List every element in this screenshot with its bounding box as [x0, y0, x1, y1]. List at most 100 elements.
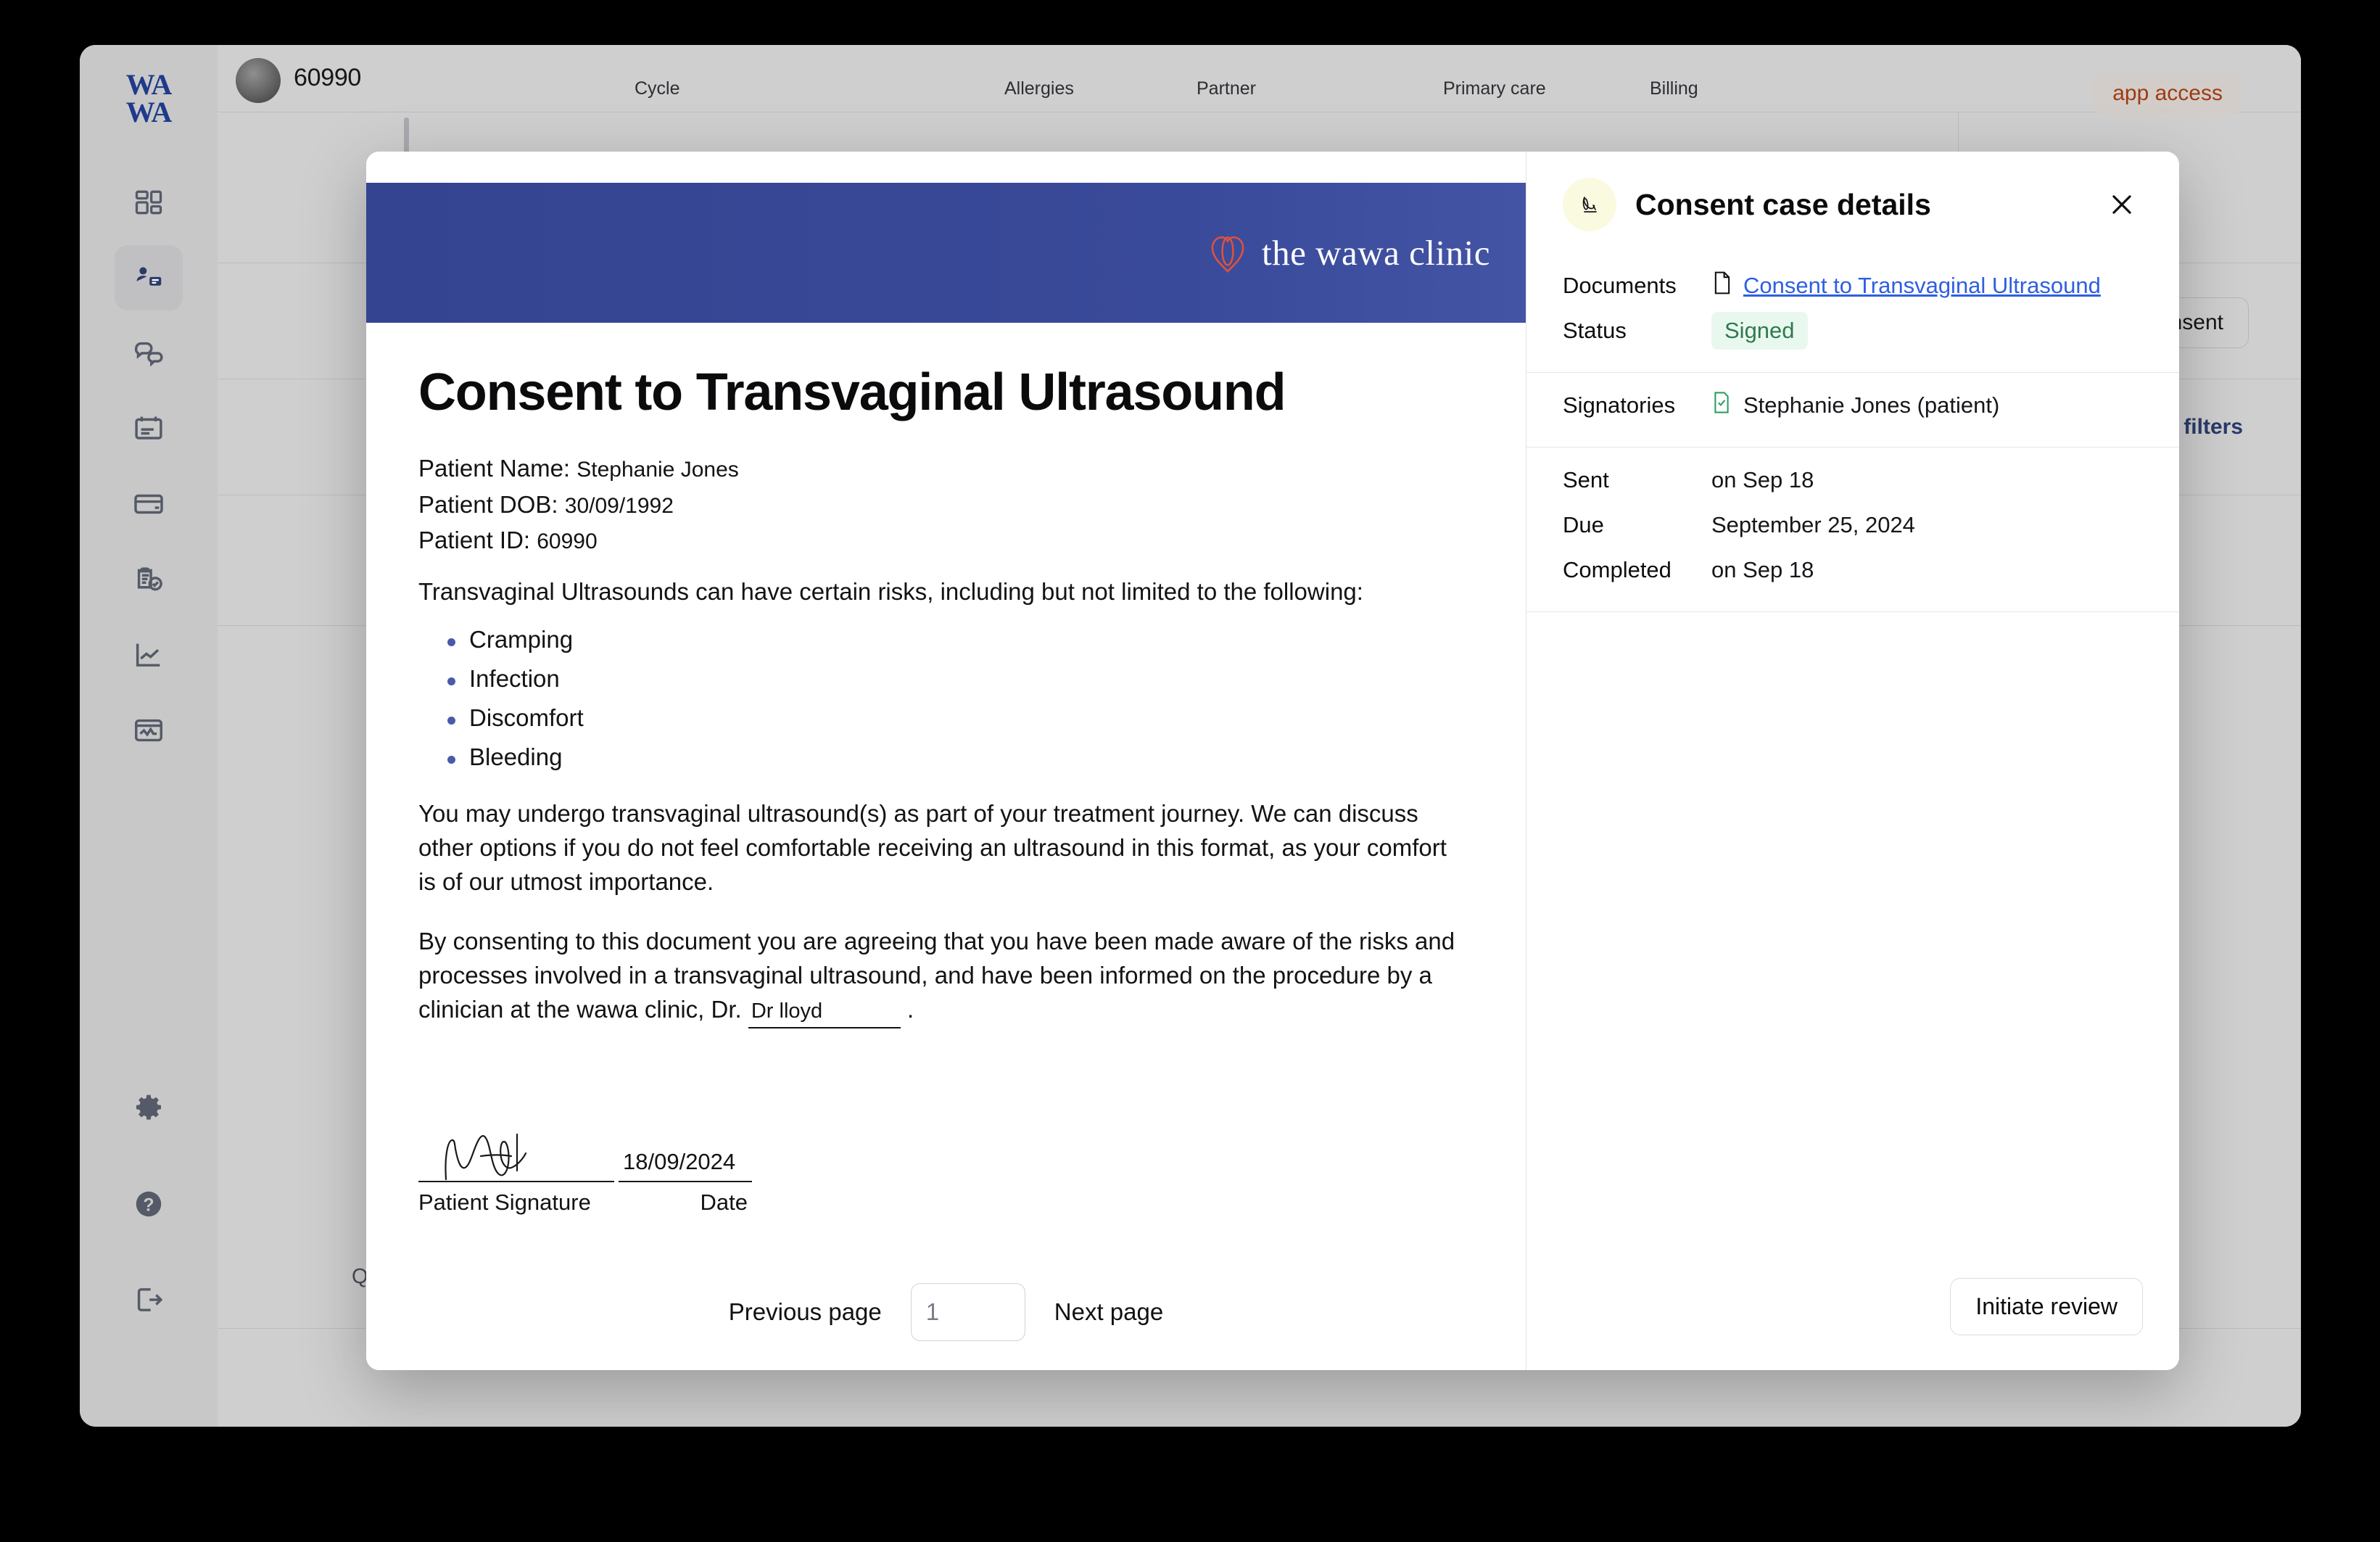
- logout-icon: [132, 1283, 165, 1316]
- list-item: Discomfort: [447, 704, 1474, 732]
- signatories-row: Signatories Stephanie Jones (patient): [1563, 383, 2143, 428]
- app-window: WA WA ? 60990 Cycle Allergies Partner Pr…: [80, 45, 2301, 1427]
- patient-name-label: Patient Name:: [418, 455, 571, 482]
- sidebar-bottom-nav: ?: [115, 1045, 183, 1332]
- signature-column: Patient Signature: [418, 1116, 614, 1216]
- signatories-label: Signatories: [1563, 392, 1676, 418]
- risks-intro-text: Transvaginal Ultrasounds can have certai…: [418, 577, 1363, 605]
- brand-logo-line1: WA: [125, 68, 172, 101]
- sidebar: WA WA ?: [80, 45, 218, 1427]
- patient-id-label: Patient ID:: [418, 527, 531, 554]
- consent-clipboard-icon: [132, 563, 165, 596]
- document-pager: Previous page Next page: [366, 1283, 1526, 1341]
- details-footer: Initiate review: [1526, 1278, 2179, 1370]
- document-body: Consent to Transvaginal Ultrasound Patie…: [366, 323, 1526, 1254]
- list-item: Bleeding: [447, 743, 1474, 771]
- billing-card-icon: [132, 487, 165, 521]
- tab-primary-care[interactable]: Primary care: [1443, 78, 1546, 99]
- tab-cycle[interactable]: Cycle: [635, 78, 680, 99]
- brand-logo[interactable]: WA WA: [125, 68, 172, 128]
- sidebar-item-messages[interactable]: [115, 321, 183, 386]
- patient-name-line: Patient Name: Stephanie Jones: [418, 453, 1474, 485]
- signature-caption: Patient Signature: [418, 1190, 591, 1216]
- date-caption: Date: [700, 1190, 748, 1216]
- due-row: Due September 25, 2024: [1563, 503, 2143, 548]
- clinician-name-blank: Dr lloyd: [748, 997, 901, 1029]
- sidebar-item-dashboard[interactable]: [115, 170, 183, 235]
- tab-billing[interactable]: Billing: [1650, 78, 1698, 99]
- due-label: Due: [1563, 512, 1604, 537]
- page-number-input[interactable]: [910, 1283, 1025, 1341]
- signature-image: [418, 1116, 614, 1183]
- clinic-name: the wawa clinic: [1262, 233, 1490, 273]
- sidebar-item-calendar[interactable]: [115, 396, 183, 461]
- patient-id-value: 60990: [537, 529, 598, 554]
- signed-document-check-icon: [1711, 391, 1732, 420]
- sidebar-item-settings[interactable]: [115, 1076, 183, 1141]
- brand-logo-line2: WA: [125, 96, 172, 128]
- completed-value: on Sep 18: [1711, 557, 1814, 582]
- page-title: Consent case details: [1635, 187, 1931, 221]
- sidebar-item-logout[interactable]: [115, 1267, 183, 1332]
- document-paragraph-1: You may undergo transvaginal ultrasound(…: [418, 799, 1447, 895]
- sidebar-item-help[interactable]: ?: [115, 1171, 183, 1237]
- top-bar: 60990 Cycle Allergies Partner Primary ca…: [218, 45, 2301, 115]
- monitoring-icon: [132, 714, 165, 747]
- signatory-name: Stephanie Jones (patient): [1743, 392, 2000, 418]
- heart-logo-icon: [1207, 232, 1249, 274]
- help-circle-icon: ?: [132, 1187, 165, 1221]
- patient-name-value: Stephanie Jones: [577, 458, 739, 482]
- status-row: Status Signed: [1563, 308, 2143, 353]
- sent-value: on Sep 18: [1711, 467, 1814, 492]
- app-access-button[interactable]: app access: [2094, 73, 2241, 115]
- gear-icon: [132, 1092, 165, 1125]
- due-value: September 25, 2024: [1711, 512, 1915, 537]
- dashboard-icon: [133, 186, 165, 218]
- nav-tabs: Cycle Allergies Partner Primary care Bil…: [218, 45, 2301, 112]
- list-item: Cramping: [447, 626, 1474, 654]
- documents-label: Documents: [1563, 273, 1677, 298]
- document-page: the wawa clinic Consent to Transvaginal …: [366, 152, 1526, 1370]
- tab-allergies[interactable]: Allergies: [1004, 78, 1074, 99]
- status-value-wrap: Signed: [1711, 312, 1808, 350]
- sidebar-item-analytics[interactable]: [115, 622, 183, 688]
- consent-case-details-panel: Consent case details Documents Consent t…: [1526, 152, 2179, 1370]
- details-section-dates: Sent on Sep 18 Due September 25, 2024 Co…: [1526, 448, 2179, 612]
- details-section-signatories: Signatories Stephanie Jones (patient): [1526, 373, 2179, 448]
- document-link[interactable]: Consent to Transvaginal Ultrasound: [1743, 273, 2101, 299]
- messages-icon: [132, 337, 165, 370]
- sidebar-nav: [115, 160, 183, 763]
- file-icon: [1711, 271, 1733, 301]
- calendar-icon: [132, 412, 165, 445]
- sidebar-item-patients[interactable]: [115, 245, 183, 310]
- clinic-logo: the wawa clinic: [1207, 232, 1490, 274]
- sidebar-item-consents[interactable]: [115, 547, 183, 612]
- next-page-button[interactable]: Next page: [1035, 1284, 1183, 1340]
- completed-row: Completed on Sep 18: [1563, 548, 2143, 593]
- close-icon[interactable]: [2101, 184, 2143, 226]
- details-section-documents: Documents Consent to Transvaginal Ultras…: [1526, 253, 2179, 373]
- analytics-icon: [132, 638, 165, 672]
- svg-text:?: ?: [143, 1195, 154, 1216]
- document-header-banner: the wawa clinic: [366, 183, 1526, 323]
- patient-dob-label: Patient DOB:: [418, 490, 558, 518]
- list-item: Infection: [447, 665, 1474, 693]
- sidebar-item-monitoring[interactable]: [115, 698, 183, 763]
- initiate-review-button[interactable]: Initiate review: [1950, 1278, 2143, 1335]
- documents-value: Consent to Transvaginal Ultrasound: [1711, 271, 2101, 301]
- patient-dob-line: Patient DOB: 30/09/1992: [418, 489, 1474, 521]
- paragraph-2-period: .: [907, 996, 914, 1023]
- previous-page-button[interactable]: Previous page: [709, 1284, 901, 1340]
- patients-icon: [132, 261, 165, 294]
- details-header: Consent case details: [1526, 152, 2179, 253]
- consent-case-modal: the wawa clinic Consent to Transvaginal …: [366, 152, 2179, 1370]
- document-title: Consent to Transvaginal Ultrasound: [418, 363, 1286, 421]
- document-paragraph-2: By consenting to this document you are a…: [418, 925, 1470, 1029]
- status-label: Status: [1563, 318, 1627, 343]
- sent-label: Sent: [1563, 467, 1609, 492]
- sidebar-item-billing[interactable]: [115, 471, 183, 537]
- signatories-value: Stephanie Jones (patient): [1711, 391, 1999, 420]
- risks-list: Cramping Infection Discomfort Bleeding: [447, 626, 1474, 771]
- tab-partner[interactable]: Partner: [1197, 78, 1256, 99]
- signature-date-value: 18/09/2024: [619, 1116, 752, 1183]
